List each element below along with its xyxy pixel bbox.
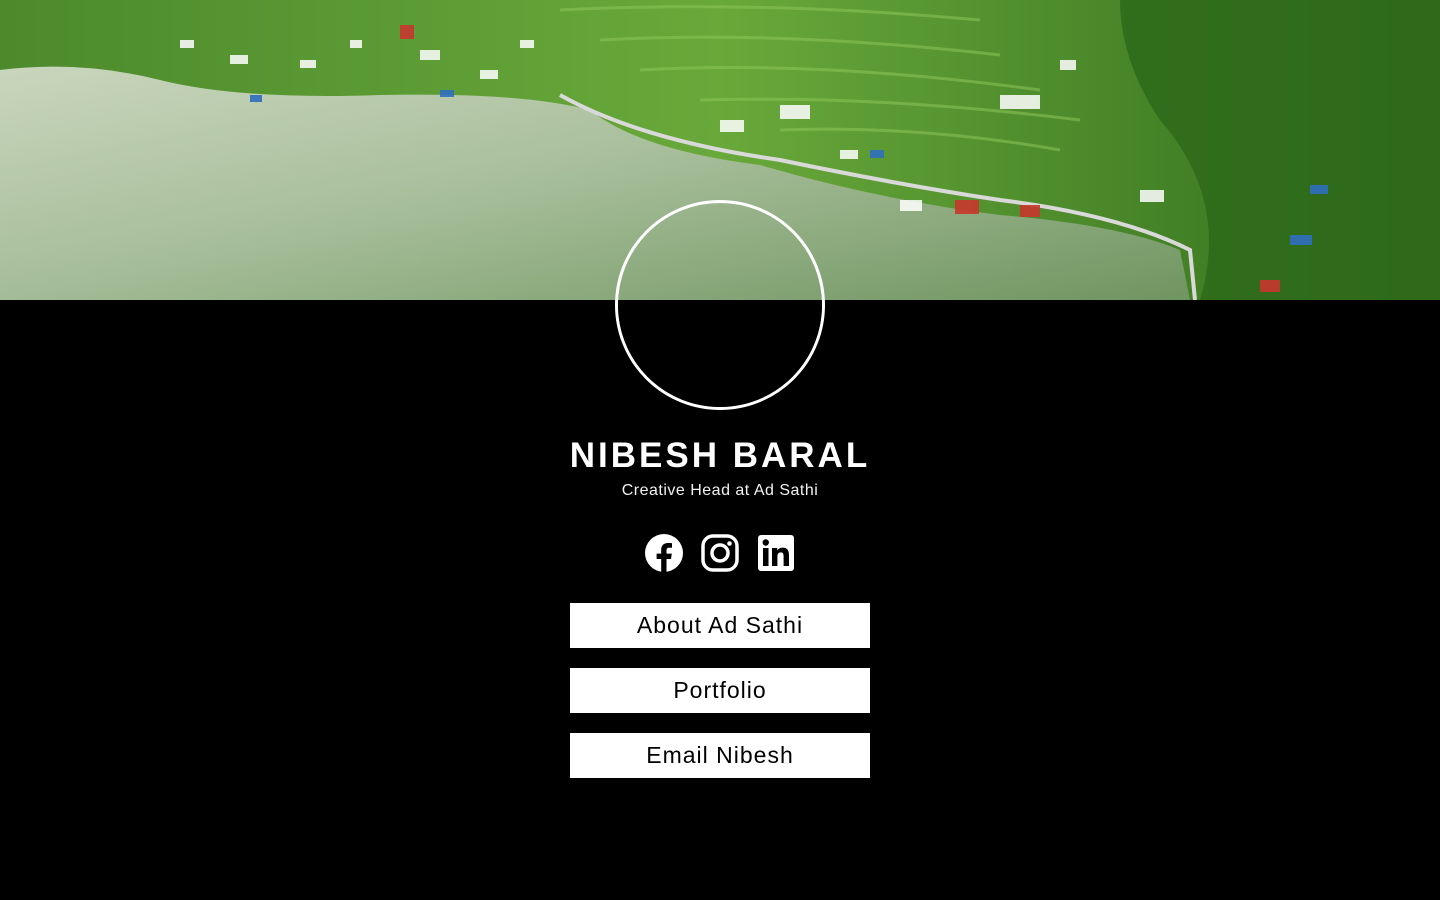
facebook-link[interactable]: [644, 533, 684, 573]
profile-title: Creative Head at Ad Sathi: [621, 482, 819, 499]
email-nibesh-button[interactable]: Email Nibesh: [570, 733, 870, 778]
about-ad-sathi-button[interactable]: About Ad Sathi: [570, 603, 870, 648]
linkedin-icon: [758, 535, 794, 571]
instagram-icon: [701, 534, 739, 572]
profile-name: NIBESH BARAL: [569, 436, 871, 475]
facebook-icon: [645, 534, 683, 573]
instagram-link[interactable]: [700, 533, 740, 573]
link-list: About Ad Sathi Portfolio Email Nibesh: [570, 603, 870, 798]
profile-avatar: [615, 200, 825, 410]
link-in-bio-page: NIBESH BARAL Creative Head at Ad Sathi A…: [0, 0, 1440, 900]
social-links: [0, 533, 1440, 573]
linkedin-link[interactable]: [756, 533, 796, 573]
portfolio-button[interactable]: Portfolio: [570, 668, 870, 713]
